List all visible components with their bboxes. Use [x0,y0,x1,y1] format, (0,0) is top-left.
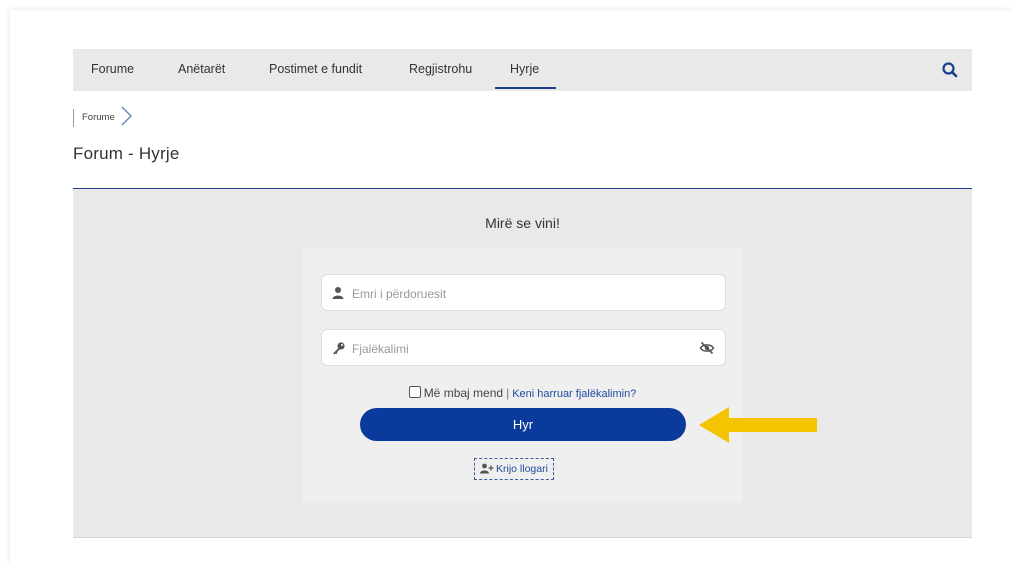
page-title: Forum - Hyrje [73,144,180,163]
separator: | [506,386,510,400]
main-navbar: Forume Anëtarët Postimet e fundit Regjis… [73,49,972,91]
username-field-box [321,274,726,312]
remember-me-checkbox[interactable] [408,386,421,398]
user-plus-icon [480,463,494,474]
search-icon[interactable] [940,60,960,80]
login-form: Më mbaj mend|Keni harruar fjalëkalimin? … [302,248,743,503]
nav-item-forume[interactable]: Forume [91,49,134,91]
user-icon [332,286,346,300]
breadcrumb: Forume [73,106,133,131]
username-input[interactable] [350,275,694,312]
nav-item-anetaret[interactable]: Anëtarët [178,49,225,91]
password-input[interactable] [350,330,694,367]
login-button[interactable]: Hyr [360,408,686,441]
nav-item-postimet-e-fundit[interactable]: Postimet e fundit [269,49,362,91]
breadcrumb-item-forume[interactable]: Forume [73,109,121,127]
remember-row: Më mbaj mend | Keni harruar fjalëkalimin? [302,386,743,400]
remember-me-label[interactable]: Më mbaj mend [424,386,503,400]
nav-item-hyrje[interactable]: Hyrje [494,49,557,91]
welcome-heading: Mirë se vini! [485,215,560,231]
login-panel: Mirë se vini! Emri i përdoruesit Më mbaj… [73,189,972,538]
chevron-right-icon [121,106,133,131]
create-account-link[interactable]: Krijo llogari [474,458,554,480]
nav-item-regjistrohu[interactable]: Regjistrohu [409,49,472,91]
annotation-arrow-icon [699,407,817,443]
create-account-label: Krijo llogari [496,463,548,475]
forgot-password-link[interactable]: Keni harruar fjalëkalimin? [512,388,636,400]
password-field-box [321,329,726,367]
eye-slash-icon[interactable] [699,340,715,356]
key-icon [332,341,346,355]
